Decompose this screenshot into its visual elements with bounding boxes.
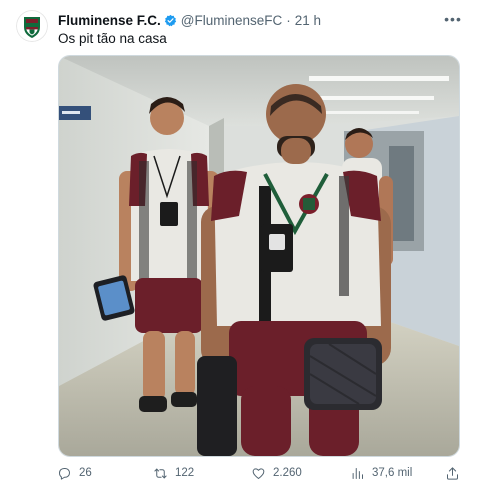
share-button[interactable] [445,462,460,484]
retweet-count: 122 [175,467,195,479]
tweet-card[interactable]: Fluminense F.C. @FluminenseFC · 21 h •••… [0,0,481,488]
share-icon [447,466,458,480]
more-options-button[interactable]: ••• [443,10,463,28]
tweet-header: Fluminense F.C. @FluminenseFC · 21 h [58,12,321,28]
retweet-button[interactable]: 122 [153,462,194,484]
like-button[interactable]: 2.260 [251,462,302,484]
tweet-text: Os pit tão na casa [58,31,167,46]
author-handle[interactable]: @FluminenseFC [181,13,282,28]
reply-count: 26 [79,467,92,479]
more-icon: ••• [444,11,462,27]
separator-dot: · [286,12,291,28]
tweet-timestamp[interactable]: 21 h [295,13,321,28]
tweet-actions: 26 122 2.260 37,6 mil [56,462,466,484]
views-count: 37,6 mil [372,467,413,479]
reply-button[interactable]: 26 [57,462,92,484]
author-name[interactable]: Fluminense F.C. [58,13,161,28]
tweet-photo[interactable] [58,55,460,457]
like-count: 2.260 [273,467,302,479]
verified-badge-icon [164,14,176,26]
reply-icon [59,467,70,480]
like-icon [252,467,265,479]
players-corridor-photo [59,56,459,456]
club-crest-icon [16,10,48,42]
views-button[interactable]: 37,6 mil [350,462,412,484]
author-avatar[interactable] [16,10,48,42]
views-icon [352,467,363,479]
retweet-icon [154,468,167,478]
